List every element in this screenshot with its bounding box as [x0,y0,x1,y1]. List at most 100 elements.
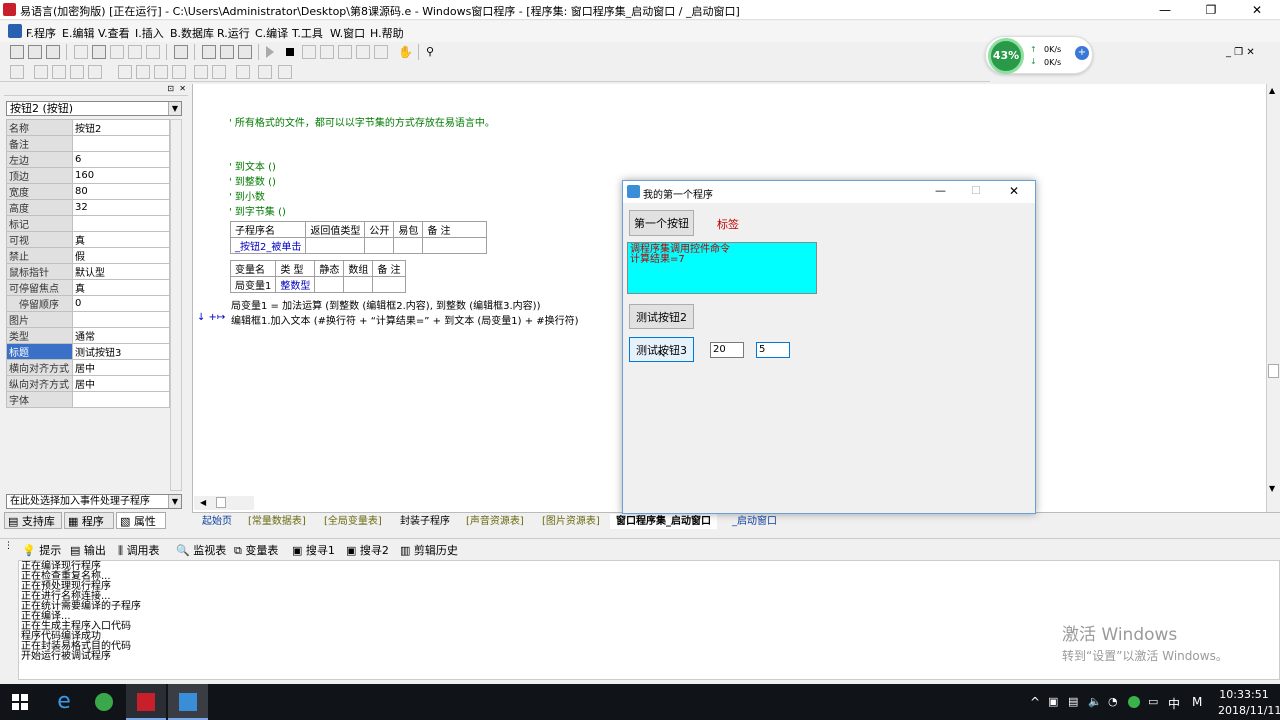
center-h-icon[interactable] [212,65,226,79]
step-out-icon[interactable] [338,45,352,59]
menu-window[interactable]: W.窗口 [330,25,365,41]
tab-property[interactable]: ▧ 属性 [116,512,166,529]
property-row[interactable]: 高度 32 [6,199,170,216]
property-value[interactable] [72,135,170,152]
open-file-icon[interactable] [28,45,42,59]
align-top-icon[interactable] [70,65,84,79]
ime-mode-icon[interactable]: M [1192,695,1202,709]
scroll-thumb[interactable] [1268,364,1279,378]
same-size-icon[interactable] [154,65,168,79]
property-value[interactable]: 假 [72,247,170,264]
maximize-button[interactable]: ❐ [1188,0,1234,20]
property-value[interactable]: 真 [72,231,170,248]
binoculars-icon[interactable]: ⚲ [426,45,440,59]
property-row[interactable]: 类型 通常 [6,327,170,344]
app-close-button[interactable]: ✕ [1009,184,1019,198]
tray-app-icon[interactable]: ▣ [1048,695,1058,708]
test-button-2[interactable]: 测试按钮2 [629,304,694,329]
property-row[interactable]: 标题 测试按钮3 [6,343,170,360]
var-name-cell[interactable]: 局变量1 [229,276,277,293]
code-line[interactable]: 编辑框1.加入文本 (#换行符 + “计算结果=” + 到文本 (局变量1) +… [231,312,579,327]
property-row[interactable]: 停留顺序 0 [6,295,170,312]
edge-icon[interactable]: e [44,684,84,720]
network-icon[interactable]: ◔ [1108,695,1118,708]
menu-help[interactable]: H.帮助 [370,25,404,41]
align-middle-icon[interactable] [88,65,102,79]
property-value[interactable]: 居中 [72,359,170,376]
layout-3-icon[interactable] [238,45,252,59]
property-row[interactable]: 备注 [6,135,170,152]
redo-icon[interactable] [146,45,160,59]
property-value[interactable]: 按钮2 [72,119,170,136]
property-row[interactable]: 字体 [6,391,170,408]
tab-image[interactable]: [图片资源表] [536,514,606,529]
paste-icon[interactable] [110,45,124,59]
scroll-left-icon[interactable]: ◀ [200,498,206,507]
tab-start-window[interactable]: _启动窗口 [726,514,783,529]
tab-search1[interactable]: ▣ 搜寻1 [292,542,335,558]
save-icon[interactable] [46,45,60,59]
grid-icon[interactable] [258,65,272,79]
browser-app-icon[interactable] [84,684,124,720]
property-row[interactable]: 左边 6 [6,151,170,168]
property-value[interactable]: 真 [72,279,170,296]
battery-icon[interactable]: ▭ [1148,695,1158,708]
pin-icon[interactable]: ⊡ [167,84,174,93]
menu-view[interactable]: V.查看 [98,25,130,41]
close-button[interactable]: ✕ [1234,0,1280,20]
mdi-controls[interactable]: _ ❐ ✕ [1226,47,1280,61]
property-value[interactable] [72,215,170,232]
tab-constants[interactable]: [常量数据表] [242,514,312,529]
tab-dll[interactable]: 封装子程序 [394,514,456,529]
property-value[interactable] [72,391,170,408]
align-left-icon[interactable] [10,65,24,79]
clock[interactable]: 10:33:51 2018/11/11 [1218,688,1280,717]
property-row[interactable]: 鼠标指针 默认型 [6,263,170,280]
property-row[interactable]: 标记 [6,215,170,232]
stop-icon[interactable] [286,48,294,56]
tab-search2[interactable]: ▣ 搜寻2 [346,542,389,558]
property-row[interactable]: 横向对齐方式 居中 [6,359,170,376]
event-select[interactable]: 在此处选择加入事件处理子程序 ▼ [6,494,182,509]
security-icon[interactable] [1128,696,1140,708]
scroll-down-icon[interactable]: ▼ [1269,484,1275,493]
same-width-icon[interactable] [118,65,132,79]
running-app-icon[interactable] [168,684,208,720]
layout-2-icon[interactable] [220,45,234,59]
property-value[interactable] [72,311,170,328]
property-row[interactable]: 可视真 [6,231,170,248]
tray-chevron-icon[interactable]: ^ [1030,695,1040,709]
tab-variables[interactable]: ⧉ 变量表 [234,542,278,558]
property-value[interactable]: 32 [72,199,170,216]
result-textbox[interactable]: 调程序集调用控件命令 计算结果=7 [627,242,817,294]
tray-app2-icon[interactable]: ▤ [1068,695,1078,708]
property-value[interactable]: 6 [72,151,170,168]
tab-hint[interactable]: 💡 提示 [22,542,61,558]
copy-icon[interactable] [92,45,106,59]
menu-run[interactable]: R.运行 [217,25,250,41]
ime-indicator[interactable]: 中 [1168,695,1180,712]
editor-vscrollbar[interactable]: ▲ ▼ [1266,84,1280,512]
menu-insert[interactable]: I.插入 [135,25,164,41]
tab-output[interactable]: ▤ 输出 [70,542,106,558]
center-v-icon[interactable] [236,65,250,79]
plus-icon[interactable]: + [1075,46,1089,60]
app-minimize-button[interactable]: — [935,184,946,197]
property-value[interactable]: 默认型 [72,263,170,280]
first-button[interactable]: 第一个按钮 [629,210,694,236]
run-to-cursor-icon[interactable] [356,45,370,59]
align-right-icon[interactable] [52,65,66,79]
property-row[interactable]: 宽度 80 [6,183,170,200]
code-line[interactable]: 局变量1 = 加法运算 (到整数 (编辑框2.内容), 到整数 (编辑框3.内容… [231,297,540,312]
layout-1-icon[interactable] [202,45,216,59]
menu-database[interactable]: B.数据库 [170,25,214,41]
panel-close-icon[interactable]: ✕ [179,84,186,93]
tab-start-page[interactable]: 起始页 [196,514,238,529]
editor-hscrollbar[interactable]: ◀ [194,496,254,510]
v-space-icon[interactable] [194,65,208,79]
var-type-cell[interactable]: 整数型 [275,276,316,293]
align-center-icon[interactable] [34,65,48,79]
menu-tools[interactable]: T.工具 [292,25,323,41]
tab-clipboard-history[interactable]: ▥ 剪辑历史 [400,542,458,558]
volume-icon[interactable]: 🔈 [1088,695,1102,708]
